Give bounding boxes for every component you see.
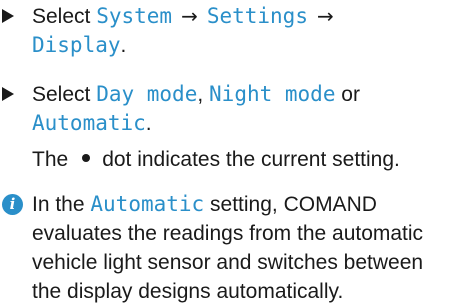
step-1-suffix: . [120, 34, 127, 57]
selection-dot-icon [82, 154, 91, 163]
step-1-text: Select System → Settings → Display. [32, 2, 457, 60]
step-2-result: The dot indicates the current setting. [32, 145, 457, 174]
option-day-mode: Day mode [96, 82, 198, 106]
nav-arrow-icon: → [316, 4, 334, 28]
step-2-text: Select Day mode, Night mode or Automatic. [32, 80, 457, 138]
step-1-prefix: Select [32, 5, 97, 28]
note-text: In the Automatic setting, COMAND evaluate… [32, 190, 457, 306]
option-night-mode: Night mode [209, 82, 336, 106]
step-select-display: Select System → Settings → Display. [2, 2, 457, 60]
menu-item-system: System [96, 4, 173, 28]
menu-item-settings: Settings [206, 4, 308, 28]
note-line-4: the display designs automatically. [32, 280, 344, 303]
note-line-1-rest: setting, COMAND [204, 193, 377, 216]
nav-arrow-icon: → [181, 4, 198, 28]
info-note: i In the Automatic setting, COMAND evalua… [2, 190, 457, 306]
step-2-joiner-2: or [335, 83, 360, 106]
result-after: dot indicates the current setting. [102, 148, 400, 171]
note-prefix: In the [32, 193, 91, 216]
instruction-page: Select System → Settings → Display. Select D… [0, 0, 463, 306]
step-arrow-icon [2, 9, 14, 23]
step-2-joiner-1: , [197, 83, 210, 106]
note-line-3: vehicle light sensor and switches betwee… [32, 251, 424, 274]
info-icon: i [2, 194, 23, 215]
step-select-mode: Select Day mode, Night mode or Automatic. [2, 80, 457, 138]
note-option-automatic: Automatic [90, 192, 205, 216]
note-line-2: evaluates the readings from the automati… [32, 222, 424, 245]
option-automatic: Automatic [32, 111, 146, 135]
step-arrow-icon [2, 87, 14, 101]
step-2-suffix: . [145, 112, 152, 135]
result-before: The [32, 148, 69, 171]
step-2-prefix: Select [32, 83, 97, 106]
menu-item-display: Display [32, 33, 121, 57]
